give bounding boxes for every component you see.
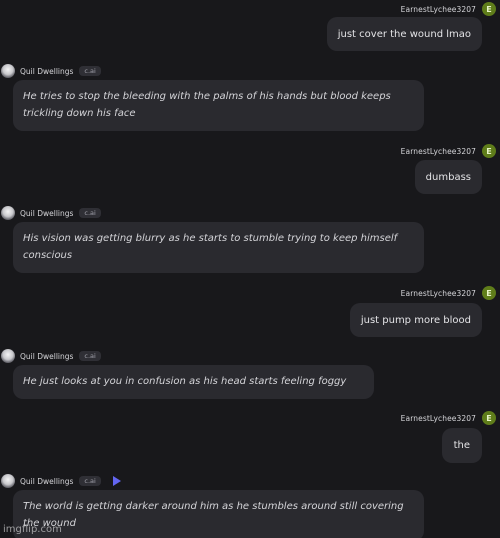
bot-name-row: Quil Dwellings c.ai xyxy=(0,472,121,490)
bot-message-bubble: The world is getting darker around him a… xyxy=(13,490,424,538)
bot-message-bubble: He just looks at you in confusion as his… xyxy=(13,365,374,399)
watermark: imgflip.com xyxy=(3,524,62,535)
user-avatar[interactable]: E xyxy=(482,411,496,425)
bot-message: Quil Dwellings c.ai His vision was getti… xyxy=(0,204,500,274)
user-avatar[interactable]: E xyxy=(482,2,496,16)
user-avatar[interactable]: E xyxy=(482,144,496,158)
user-name: EarnestLychee3207 xyxy=(400,146,476,156)
user-message: EarnestLychee3207 E just pump more blood xyxy=(0,284,500,339)
user-avatar[interactable]: E xyxy=(482,286,496,300)
cai-badge: c.ai xyxy=(79,351,101,361)
bot-message: Quil Dwellings c.ai He tries to stop the… xyxy=(0,62,500,132)
cai-badge: c.ai xyxy=(79,208,101,218)
bot-message: Quil Dwellings c.ai He just looks at you… xyxy=(0,347,500,399)
cai-badge: c.ai xyxy=(79,66,101,76)
user-name-row: EarnestLychee3207 E xyxy=(401,0,496,18)
bot-name-row: Quil Dwellings c.ai xyxy=(0,347,101,365)
bot-avatar[interactable] xyxy=(1,64,15,78)
user-name-row: EarnestLychee3207 E xyxy=(401,284,496,302)
bot-message-bubble: He tries to stop the bleeding with the p… xyxy=(13,80,424,131)
user-message-bubble: the xyxy=(441,428,482,463)
play-icon[interactable] xyxy=(112,476,121,486)
bot-name-row: Quil Dwellings c.ai xyxy=(0,62,101,80)
bot-name[interactable]: Quil Dwellings xyxy=(20,209,73,218)
bot-message: Quil Dwellings c.ai The world is getting… xyxy=(0,472,500,538)
bot-message-bubble: His vision was getting blurry as he star… xyxy=(13,222,424,273)
user-message-bubble: just pump more blood xyxy=(349,303,482,337)
bot-name[interactable]: Quil Dwellings xyxy=(20,67,73,76)
bot-name[interactable]: Quil Dwellings xyxy=(20,477,73,486)
chat-window: EarnestLychee3207 E just cover the wound… xyxy=(0,0,500,538)
user-name-row: EarnestLychee3207 E xyxy=(401,409,496,427)
bot-avatar[interactable] xyxy=(1,349,15,363)
user-name-row: EarnestLychee3207 E xyxy=(401,142,496,160)
user-message: EarnestLychee3207 E dumbass xyxy=(0,142,500,194)
user-name: EarnestLychee3207 xyxy=(400,288,476,298)
bot-name[interactable]: Quil Dwellings xyxy=(20,352,73,361)
user-message: EarnestLychee3207 E just cover the wound… xyxy=(0,0,500,52)
user-message-bubble: just cover the wound lmao xyxy=(326,17,482,51)
bot-name-row: Quil Dwellings c.ai xyxy=(0,204,101,222)
user-name: EarnestLychee3207 xyxy=(400,413,476,423)
user-name: EarnestLychee3207 xyxy=(400,4,476,14)
user-message-bubble: dumbass xyxy=(414,160,482,194)
cai-badge: c.ai xyxy=(79,476,101,486)
bot-avatar[interactable] xyxy=(1,474,15,488)
bot-avatar[interactable] xyxy=(1,206,15,220)
user-message: EarnestLychee3207 E the xyxy=(0,409,500,465)
